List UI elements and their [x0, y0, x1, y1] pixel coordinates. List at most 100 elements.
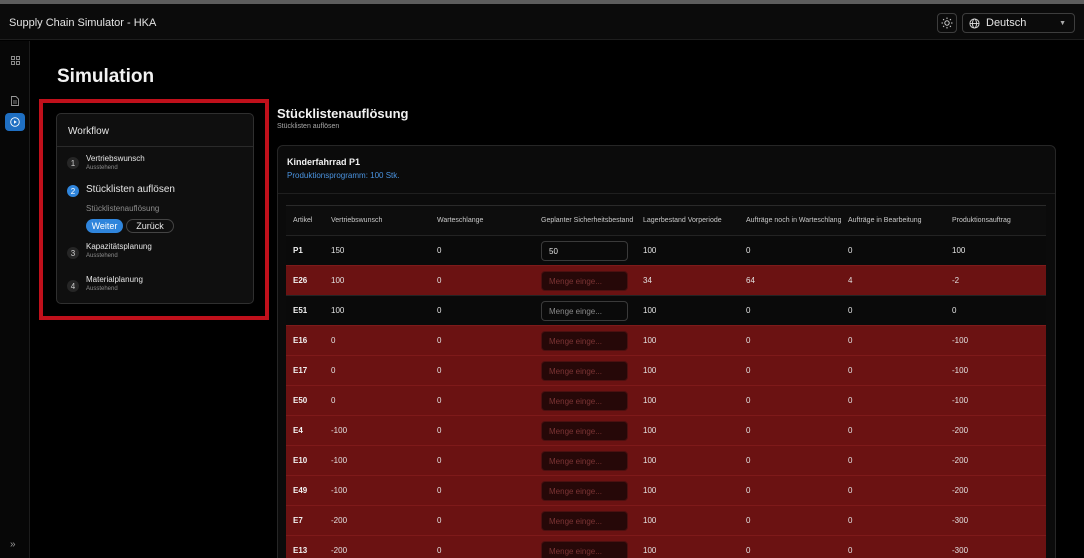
- safety-stock-input[interactable]: Menge einge...: [541, 420, 628, 441]
- table-cell: -200: [324, 505, 430, 536]
- article-cell: E50: [286, 385, 324, 416]
- page-title: Simulation: [57, 66, 155, 87]
- table-cell: 0: [841, 385, 945, 416]
- table-row: E16 0 0 Menge einge... 100 0 0 -100: [286, 325, 1046, 356]
- table-cell: 0: [841, 445, 945, 476]
- column-header: Aufträge in Bearbeitung: [841, 205, 945, 236]
- table-cell: 0: [739, 235, 841, 266]
- sidebar-item-documents[interactable]: [5, 92, 25, 110]
- table-row: P1 150 0 50 100 0 0 100: [286, 235, 1046, 266]
- article-cell: E26: [286, 265, 324, 296]
- card-divider: [278, 193, 1055, 194]
- expand-sidebar-icon[interactable]: »: [10, 539, 16, 550]
- table-cell: -200: [945, 475, 1046, 506]
- table-cell: 0: [841, 295, 945, 326]
- table-cell: 100: [324, 295, 430, 326]
- app-header: Supply Chain Simulator - HKA Deutsch ▼: [0, 4, 1084, 40]
- table-body: P1 150 0 50 100 0 0 100 E26 100 0 Menge einge... 34 6…: [286, 235, 1046, 558]
- table-cell: 100: [636, 295, 739, 326]
- safety-stock-input[interactable]: Menge einge...: [541, 300, 628, 321]
- table-cell: 0: [430, 505, 534, 536]
- document-icon: [11, 96, 19, 106]
- table-cell: -100: [324, 415, 430, 446]
- table-cell: 100: [636, 535, 739, 558]
- step-status: Ausstehend: [86, 253, 118, 259]
- table-row: E17 0 0 Menge einge... 100 0 0 -100: [286, 355, 1046, 386]
- step-title: Vertriebswunsch: [86, 154, 145, 163]
- workflow-substep[interactable]: Stücklistenauflösung: [86, 204, 159, 213]
- language-value: Deutsch: [986, 17, 1027, 29]
- table-row: E50 0 0 Menge einge... 100 0 0 -100: [286, 385, 1046, 416]
- table-cell: 100: [324, 265, 430, 296]
- article-cell: E4: [286, 415, 324, 446]
- safety-stock-input[interactable]: Menge einge...: [541, 330, 628, 351]
- table-cell: 0: [841, 535, 945, 558]
- table-cell: 0: [739, 535, 841, 558]
- sun-icon: [941, 17, 953, 29]
- safety-stock-input[interactable]: Menge einge...: [541, 360, 628, 381]
- table-cell: 0: [430, 235, 534, 266]
- table-cell: 0: [430, 295, 534, 326]
- column-header: Aufträge noch in Warteschlange: [739, 205, 841, 236]
- safety-stock-cell: Menge einge...: [534, 475, 636, 506]
- safety-stock-input[interactable]: Menge einge...: [541, 480, 628, 501]
- table-cell: 0: [739, 445, 841, 476]
- sidebar-rail: »: [0, 41, 30, 558]
- table-cell: 100: [636, 235, 739, 266]
- table-cell: -100: [945, 355, 1046, 386]
- card-title: Kinderfahrrad P1: [287, 157, 361, 167]
- table-cell: -2: [945, 265, 1046, 296]
- back-button[interactable]: Zurück: [126, 219, 174, 233]
- article-cell: E16: [286, 325, 324, 356]
- table-row: E10 -100 0 Menge einge... 100 0 0 -200: [286, 445, 1046, 476]
- table-cell: 0: [430, 325, 534, 356]
- safety-stock-input[interactable]: Menge einge...: [541, 540, 628, 558]
- table-cell: 0: [430, 265, 534, 296]
- sidebar-item-dashboard[interactable]: [5, 51, 25, 69]
- safety-stock-input[interactable]: Menge einge...: [541, 510, 628, 531]
- table-cell: 0: [739, 295, 841, 326]
- table-cell: -100: [945, 385, 1046, 416]
- chevron-down-icon: ▼: [1059, 19, 1066, 27]
- step-number: 4: [67, 280, 79, 292]
- safety-stock-input[interactable]: 50: [541, 240, 628, 261]
- table-cell: 0: [841, 235, 945, 266]
- safety-stock-input[interactable]: Menge einge...: [541, 450, 628, 471]
- article-cell: E51: [286, 295, 324, 326]
- table-cell: 64: [739, 265, 841, 296]
- table-cell: 0: [430, 535, 534, 558]
- table-cell: 0: [841, 355, 945, 386]
- table-cell: 0: [739, 385, 841, 416]
- table-cell: 34: [636, 265, 739, 296]
- safety-stock-input[interactable]: Menge einge...: [541, 270, 628, 291]
- sidebar-item-simulation[interactable]: [5, 113, 25, 131]
- table-cell: 0: [841, 505, 945, 536]
- table-cell: 0: [430, 445, 534, 476]
- app-title: Supply Chain Simulator - HKA: [9, 17, 157, 29]
- safety-stock-cell: Menge einge...: [534, 445, 636, 476]
- column-header: Vertriebswunsch: [324, 205, 430, 236]
- table-cell: 0: [739, 475, 841, 506]
- table-cell: 0: [841, 415, 945, 446]
- safety-stock-cell: Menge einge...: [534, 355, 636, 386]
- table-cell: -100: [324, 445, 430, 476]
- table-cell: -100: [324, 475, 430, 506]
- safety-stock-cell: Menge einge...: [534, 295, 636, 326]
- step-number: 2: [67, 185, 79, 197]
- next-button[interactable]: Weiter: [86, 219, 123, 233]
- language-select[interactable]: Deutsch ▼: [962, 13, 1075, 33]
- table-cell: -200: [945, 415, 1046, 446]
- column-header: Warteschlange: [430, 205, 534, 236]
- table-row: E49 -100 0 Menge einge... 100 0 0 -200: [286, 475, 1046, 506]
- table-cell: 0: [841, 475, 945, 506]
- step-title: Materialplanung: [86, 275, 143, 284]
- safety-stock-cell: Menge einge...: [534, 535, 636, 558]
- step-status: Ausstehend: [86, 286, 118, 292]
- table-cell: 0: [739, 505, 841, 536]
- table-row: E13 -200 0 Menge einge... 100 0 0 -300: [286, 535, 1046, 558]
- safety-stock-cell: Menge einge...: [534, 265, 636, 296]
- theme-toggle-button[interactable]: [937, 13, 957, 33]
- safety-stock-input[interactable]: Menge einge...: [541, 390, 628, 411]
- safety-stock-cell: Menge einge...: [534, 385, 636, 416]
- table-cell: 0: [739, 325, 841, 356]
